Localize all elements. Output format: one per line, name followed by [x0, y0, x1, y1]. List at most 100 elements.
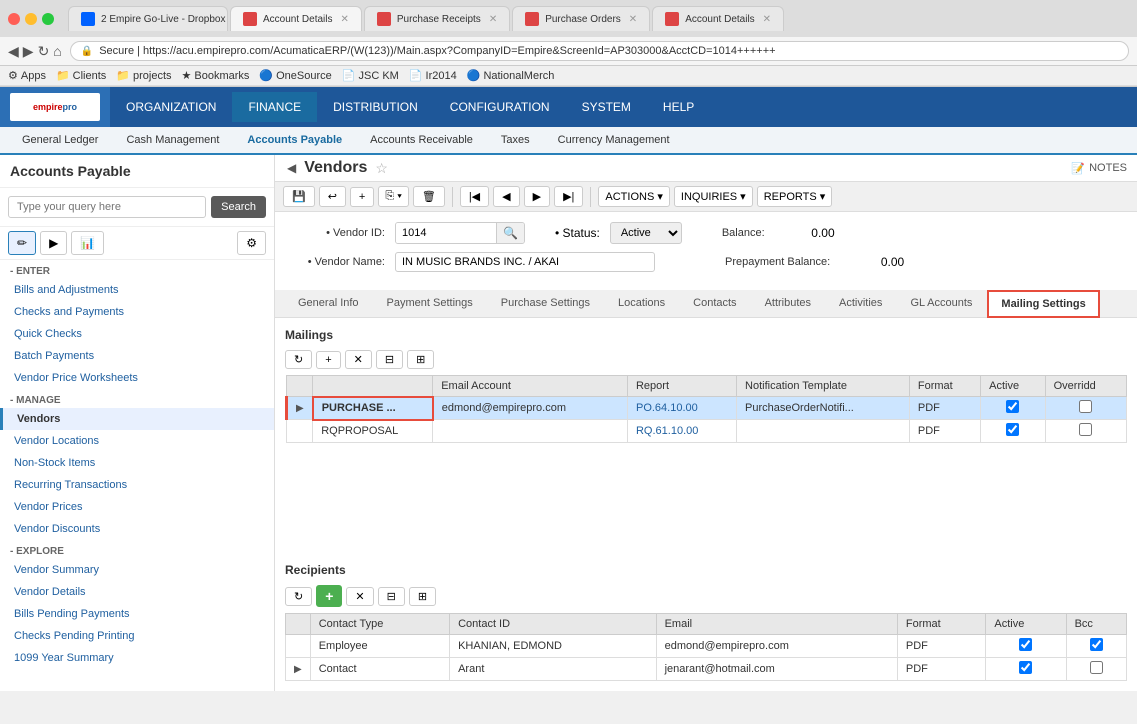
- rbcc-checkbox-2[interactable]: [1090, 661, 1103, 674]
- back-button[interactable]: ◀: [8, 43, 19, 60]
- settings-tool[interactable]: ⚙: [237, 231, 266, 255]
- browser-tab-purchase-receipts[interactable]: Purchase Receipts ✕: [364, 6, 510, 31]
- row-name-cell[interactable]: PURCHASE ...: [313, 397, 433, 420]
- sidebar-item-vendor-price-worksheets[interactable]: Vendor Price Worksheets: [0, 367, 274, 389]
- tab-payment-settings[interactable]: Payment Settings: [374, 290, 486, 317]
- subnav-accounts-receivable[interactable]: Accounts Receivable: [356, 127, 487, 155]
- sidebar-item-bills-pending-payments[interactable]: Bills Pending Payments: [0, 603, 274, 625]
- nav-organization[interactable]: ORGANIZATION: [110, 92, 232, 122]
- nav-finance[interactable]: FINANCE: [232, 92, 317, 122]
- tab-contacts[interactable]: Contacts: [680, 290, 749, 317]
- rcol-active[interactable]: Active: [986, 614, 1066, 635]
- subnav-currency-management[interactable]: Currency Management: [544, 127, 684, 155]
- row-expand-cell[interactable]: ▶: [287, 397, 313, 420]
- nav-distribution[interactable]: DISTRIBUTION: [317, 92, 434, 122]
- bookmark-clients[interactable]: 📁 Clients: [56, 69, 106, 82]
- browser-tab-account-details-1[interactable]: Account Details ✕: [230, 6, 362, 31]
- tab-close-3[interactable]: ✕: [629, 14, 637, 25]
- logo[interactable]: empirepro: [0, 87, 110, 127]
- sidebar-item-vendor-details[interactable]: Vendor Details: [0, 581, 274, 603]
- sidebar-item-non-stock-items[interactable]: Non-Stock Items: [0, 452, 274, 474]
- nav-help[interactable]: HELP: [647, 92, 710, 122]
- nav-system[interactable]: SYSTEM: [566, 92, 647, 122]
- browser-tab-purchase-orders[interactable]: Purchase Orders ✕: [512, 6, 650, 31]
- sidebar-item-quick-checks[interactable]: Quick Checks: [0, 323, 274, 345]
- rbcc-checkbox-1[interactable]: [1090, 638, 1103, 651]
- subnav-accounts-payable[interactable]: Accounts Payable: [233, 127, 356, 155]
- bookmark-apps[interactable]: ⚙ Apps: [8, 69, 46, 82]
- recipients-delete-button[interactable]: ✕: [346, 587, 373, 606]
- sidebar-item-vendors[interactable]: Vendors: [0, 408, 274, 430]
- favorite-icon[interactable]: ☆: [375, 160, 388, 177]
- rrow-bcc-1[interactable]: [1066, 635, 1126, 658]
- inquiries-dropdown[interactable]: INQUIRIES ▾: [674, 186, 753, 207]
- nav-configuration[interactable]: CONFIGURATION: [434, 92, 566, 122]
- forward-button[interactable]: ▶: [23, 43, 34, 60]
- recipients-refresh-button[interactable]: ↻: [285, 587, 312, 606]
- tab-activities[interactable]: Activities: [826, 290, 895, 317]
- table-row[interactable]: RQPROPOSAL RQ.61.10.00 PDF: [287, 420, 1127, 443]
- mailings-delete-button[interactable]: ✕: [345, 350, 372, 369]
- tab-locations[interactable]: Locations: [605, 290, 678, 317]
- col-active[interactable]: Active: [981, 376, 1046, 397]
- sidebar-item-recurring-transactions[interactable]: Recurring Transactions: [0, 474, 274, 496]
- rcol-contact-id[interactable]: Contact ID: [450, 614, 656, 635]
- undo-button[interactable]: ↩: [319, 186, 346, 207]
- sidebar-item-vendor-locations[interactable]: Vendor Locations: [0, 430, 274, 452]
- bookmark-onesource[interactable]: 🔵 OneSource: [259, 69, 331, 82]
- edit-tool[interactable]: ✏: [8, 231, 36, 255]
- row-active-cell-2[interactable]: [981, 420, 1046, 443]
- status-select[interactable]: Active Inactive Hold: [610, 222, 682, 244]
- sidebar-item-vendor-prices[interactable]: Vendor Prices: [0, 496, 274, 518]
- subnav-general-ledger[interactable]: General Ledger: [8, 127, 112, 155]
- save-button[interactable]: 💾: [283, 186, 315, 207]
- rrow-active-2[interactable]: [986, 658, 1066, 681]
- subnav-cash-management[interactable]: Cash Management: [112, 127, 233, 155]
- add-button[interactable]: +: [350, 187, 374, 207]
- ractive-checkbox-1[interactable]: [1019, 638, 1032, 651]
- tab-close-1[interactable]: ✕: [340, 14, 348, 25]
- maximize-traffic-light[interactable]: [42, 13, 54, 25]
- rcol-email[interactable]: Email: [656, 614, 897, 635]
- vendor-id-search-icon[interactable]: 🔍: [496, 223, 524, 243]
- recipients-upload-button[interactable]: ⊞: [409, 587, 436, 606]
- delete-button[interactable]: 🗑: [413, 186, 445, 207]
- col-email-account[interactable]: Email Account: [433, 376, 628, 397]
- ractive-checkbox-2[interactable]: [1019, 661, 1032, 674]
- copy-dropdown[interactable]: ⎘ ▾: [378, 186, 408, 207]
- tab-general-info[interactable]: General Info: [285, 290, 372, 317]
- search-button[interactable]: Search: [211, 196, 266, 218]
- sidebar-item-bills-adjustments[interactable]: Bills and Adjustments: [0, 279, 274, 301]
- first-button[interactable]: |◀: [460, 186, 489, 207]
- play-tool[interactable]: ▶: [40, 231, 67, 255]
- sidebar-item-vendor-summary[interactable]: Vendor Summary: [0, 559, 274, 581]
- chart-tool[interactable]: 📊: [71, 231, 104, 255]
- sidebar-item-1099-year-summary[interactable]: 1099 Year Summary: [0, 647, 274, 669]
- minimize-traffic-light[interactable]: [25, 13, 37, 25]
- active-checkbox-2[interactable]: [1006, 423, 1019, 436]
- url-bar[interactable]: 🔒 Secure | https://acu.empirepro.com/Acu…: [70, 41, 1129, 61]
- active-checkbox[interactable]: [1006, 400, 1019, 413]
- notes-button[interactable]: 📝 NOTES: [1071, 162, 1127, 175]
- last-button[interactable]: ▶|: [554, 186, 583, 207]
- row-expand-cell-2[interactable]: [287, 420, 313, 443]
- bookmark-projects[interactable]: 📁 projects: [116, 69, 171, 82]
- rrow-expand-2[interactable]: ▶: [286, 658, 311, 681]
- rrow-active-1[interactable]: [986, 635, 1066, 658]
- row-override-cell-2[interactable]: [1045, 420, 1126, 443]
- bookmark-bookmarks[interactable]: ★ Bookmarks: [182, 69, 250, 82]
- sidebar-item-batch-payments[interactable]: Batch Payments: [0, 345, 274, 367]
- override-checkbox[interactable]: [1079, 400, 1092, 413]
- recipients-save-table-button[interactable]: ⊟: [378, 587, 405, 606]
- home-button[interactable]: ⌂: [53, 43, 61, 59]
- mailings-add-button[interactable]: +: [316, 351, 340, 369]
- mailings-refresh-button[interactable]: ↻: [285, 350, 312, 369]
- recipients-add-button[interactable]: +: [316, 585, 342, 607]
- col-overridd[interactable]: Overridd: [1045, 376, 1126, 397]
- tab-close-4[interactable]: ✕: [763, 14, 771, 25]
- tab-purchase-settings[interactable]: Purchase Settings: [488, 290, 603, 317]
- rrow-bcc-2[interactable]: [1066, 658, 1126, 681]
- sidebar-item-checks-pending-printing[interactable]: Checks Pending Printing: [0, 625, 274, 647]
- rcol-format[interactable]: Format: [897, 614, 986, 635]
- sidebar-item-vendor-discounts[interactable]: Vendor Discounts: [0, 518, 274, 540]
